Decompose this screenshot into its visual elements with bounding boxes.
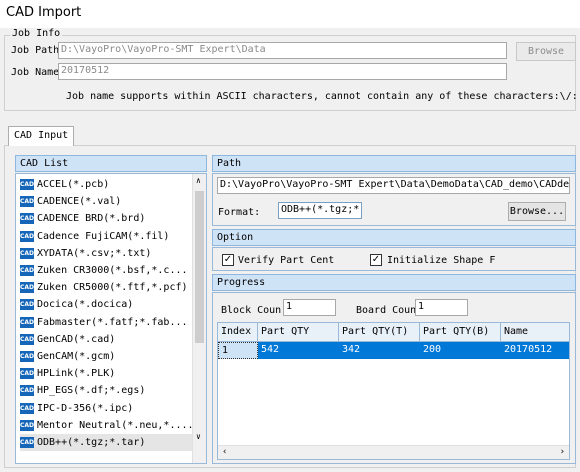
job-name-label: Job Name [11,67,60,78]
cad-list-item[interactable]: CAD HPLink(*.PLK) [20,365,192,382]
job-info-label: Job Info [10,28,63,39]
cad-list-item-label: Fabmaster(*.fatf;*.fab... [37,316,188,328]
cad-list-item[interactable]: CAD Zuken CR3000(*.bsf,*.c... [20,262,192,279]
table-cell: 1 [218,342,258,359]
table-cell: 200 [423,344,442,355]
cad-list-item-label: XYDATA(*.csv;*.txt) [37,247,152,259]
cad-list-item-label: Zuken CR3000(*.bsf,*.c... [37,265,188,276]
format-label: Format: [218,207,261,218]
cad-format-icon: CAD [20,402,35,414]
verify-part-checkbox[interactable]: ✓ [222,254,234,266]
cad-list-item-label: Docica(*.docica) [37,299,134,311]
cad-format-icon: CAD [20,385,35,397]
cad-list-item[interactable]: CAD GenCAM(*.gcm) [20,348,192,365]
cad-format-icon: CAD [20,247,35,259]
cad-list-item-label: Cadence FujiCAM(*.fil) [37,230,170,242]
cad-path-field[interactable]: D:\VayoPro\VayoPro-SMT Expert\Data\DemoD… [217,177,570,194]
column-header[interactable]: Part QTY(B) [420,323,501,342]
scroll-up-icon[interactable]: ∧ [196,176,201,185]
cad-list-item[interactable]: CAD ACCEL(*.pcb) [20,176,192,193]
initialize-shape-checkbox[interactable]: ✓ [370,254,382,266]
cad-list-item-label: CADENCE BRD(*.brd) [37,213,146,225]
cad-list-header: CAD List [15,155,207,172]
window-title: CAD Import [0,0,580,28]
cad-list-item-label: GenCAD(*.cad) [37,333,116,345]
scroll-thumb[interactable] [195,191,204,343]
cad-list-item-label: IPC-D-356(*.ipc) [37,402,134,414]
job-name-field[interactable]: 20170512 [58,63,507,80]
option-header: Option [212,229,576,246]
cad-list-item[interactable]: CAD XYDATA(*.csv;*.txt) [20,245,192,262]
cad-browse-button[interactable]: Browse... [508,202,566,221]
verify-part-label: Verify Part Cent [238,255,335,266]
cad-format-icon: CAD [20,333,35,345]
cad-list-item[interactable]: CAD ODB++(*.tgz;*.tar) [20,434,192,451]
cad-list-item[interactable]: CAD Fabmaster(*.fatf;*.fab... [20,314,192,331]
scroll-down-icon[interactable]: ∨ [196,432,201,441]
cad-list-scrollbar[interactable]: ∧ ∨ [192,174,206,463]
board-count-label: Board Coun [356,305,417,316]
board-count-field[interactable]: 1 [415,299,468,316]
column-header[interactable]: Part QTY(T) [339,323,420,342]
format-field: ODB++(*.tgz;*.tar) [278,202,362,219]
block-count-label: Block Coun [221,305,282,316]
cad-format-icon: CAD [20,351,35,362]
table-cell: 20170512 [504,344,553,355]
table-cell: 342 [342,344,361,355]
cad-format-icon: CAD [20,265,35,276]
cad-list-item-label: ACCEL(*.pcb) [37,179,110,190]
initialize-shape-label: Initialize Shape F [387,255,496,266]
cad-format-icon: CAD [20,230,35,242]
cad-format-icon: CAD [20,437,35,448]
column-header[interactable]: Name [501,323,569,342]
cad-list-item-label: CADENCE(*.val) [37,196,122,208]
tab-cad-input[interactable]: CAD Input [8,126,75,146]
cad-format-icon: CAD [20,419,35,431]
column-header[interactable]: Part QTY [258,323,339,342]
cad-list-item[interactable]: CAD Zuken CR5000(*.ftf,*.pcf) [20,279,192,296]
cad-list-item[interactable]: CAD CADENCE BRD(*.brd) [20,210,192,227]
cad-list-item-label: GenCAM(*.gcm) [37,351,116,362]
cad-list-item[interactable]: CAD IPC-D-356(*.ipc) [20,400,192,417]
scroll-left-icon[interactable]: ‹ [222,447,227,457]
cad-format-icon: CAD [20,196,35,208]
job-path-field[interactable]: D:\VayoPro\VayoPro-SMT Expert\Data [58,42,507,59]
cad-list-item[interactable]: CAD GenCAD(*.cad) [20,331,192,348]
path-header: Path [212,155,576,172]
progress-table: Index Part QTY Part QTY(T) Part QTY(B) Name 1… [217,322,570,460]
cad-list-item-label: Mentor Neutral(*.neu,*.... [37,419,194,431]
cad-format-icon: CAD [20,282,35,294]
cad-format-icon: CAD [20,299,35,311]
cad-list: CAD ACCEL(*.pcb) CAD CADENCE(*.val) CAD CADEN… [15,173,207,464]
table-cell: 542 [261,344,280,355]
cad-list-item[interactable]: CAD Cadence FujiCAM(*.fil) [20,228,192,245]
cad-list-item[interactable]: CAD Mentor Neutral(*.neu,*.... [20,417,194,434]
cad-format-icon: CAD [20,368,35,380]
progress-header: Progress [212,274,576,291]
cad-format-icon: CAD [20,316,35,328]
job-path-browse-button[interactable]: Browse [516,42,576,61]
cad-format-icon: CAD [20,179,35,190]
cad-list-item[interactable]: CAD CADENCE(*.val) [20,193,192,210]
column-header[interactable]: Index [218,323,258,342]
table-hscrollbar[interactable]: ‹ › [218,445,569,459]
scroll-right-icon[interactable]: › [560,447,565,457]
cad-list-item-label: ODB++(*.tgz;*.tar) [37,437,146,448]
cad-list-item-label: HP_EGS(*.df;*.egs) [37,385,146,397]
cad-list-item[interactable]: CAD HP_EGS(*.df;*.egs) [20,382,192,399]
job-path-label: Job Path [11,45,60,56]
cad-list-item-label: HPLink(*.PLK) [37,368,116,380]
block-count-field[interactable]: 1 [283,299,336,316]
job-name-hint: Job name supports within ASCII character… [66,91,576,102]
cad-list-item-label: Zuken CR5000(*.ftf,*.pcf) [37,282,188,294]
cad-list-item[interactable]: CAD Docica(*.docica) [20,296,192,313]
cad-format-icon: CAD [20,213,35,225]
